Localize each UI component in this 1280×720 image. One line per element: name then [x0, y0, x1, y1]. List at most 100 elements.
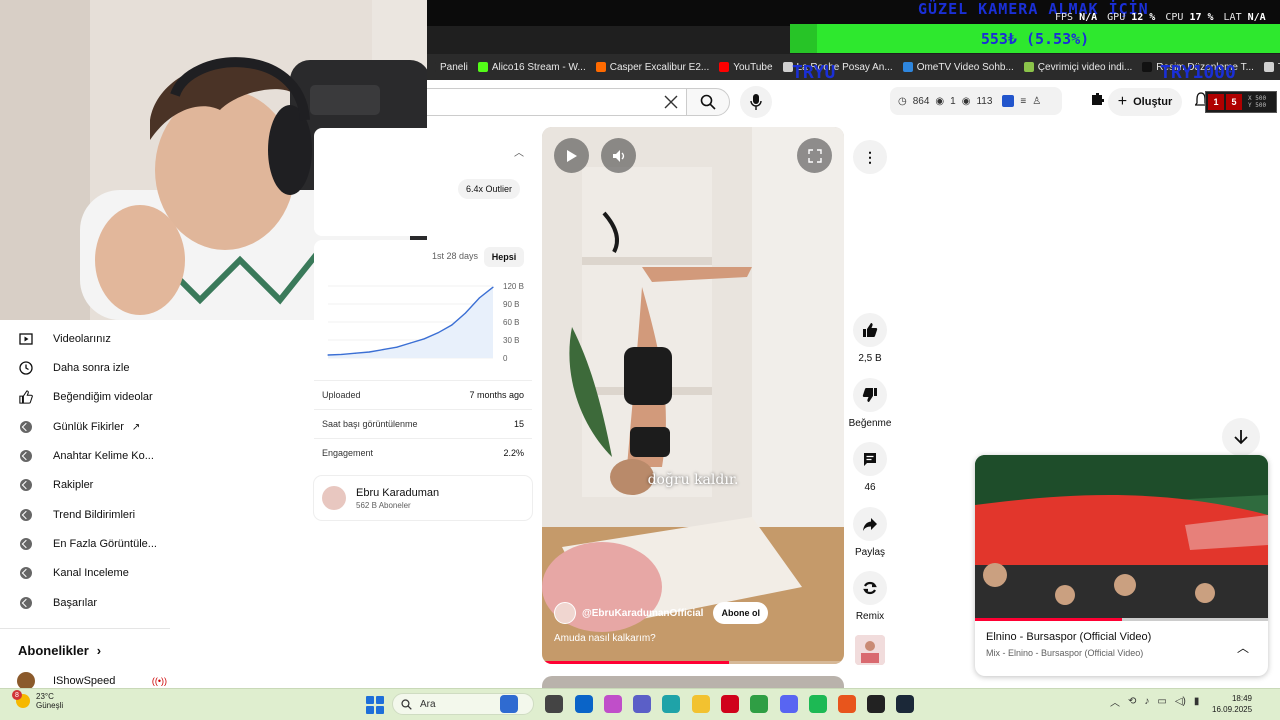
- bookmark-item[interactable]: Alico16 Stream - W...: [477, 62, 586, 73]
- stat-value: 15: [513, 419, 524, 429]
- stat-label: Engagement: [322, 448, 374, 458]
- sidebar-item[interactable]: Daha sonra izle: [0, 354, 170, 382]
- list-icon[interactable]: ≡: [1020, 96, 1026, 107]
- shorts-player[interactable]: doğru kaldır. @EbruKaradumanOfficial Abo…: [542, 127, 844, 664]
- battery-icon[interactable]: ▮: [1194, 696, 1200, 707]
- remix-button[interactable]: [853, 571, 887, 605]
- like-button[interactable]: [853, 313, 887, 347]
- chart-point: [423, 338, 425, 340]
- opera-icon[interactable]: [721, 695, 739, 713]
- dislike-button[interactable]: [853, 378, 887, 412]
- chart-point: [341, 353, 343, 355]
- more-options-button[interactable]: ⋮: [853, 140, 887, 174]
- chevron-up-icon[interactable]: ︿: [1110, 694, 1120, 709]
- fullscreen-button[interactable]: [797, 138, 832, 173]
- mini-player[interactable]: Elnino - Bursaspor (Official Video) Mix …: [975, 455, 1268, 676]
- copilot-icon[interactable]: [604, 695, 622, 713]
- sidebar-item[interactable]: Anahtar Kelime Ko...: [0, 442, 170, 470]
- comments-action[interactable]: 46: [840, 442, 900, 493]
- channel-card[interactable]: Ebru Karaduman 562 B Aboneler: [314, 476, 532, 520]
- extension-stats-pill[interactable]: ◷ 864 ◉ 1 ◉ 113 ≡ ♙: [890, 87, 1062, 115]
- short-channel-row: @EbruKaradumanOfficial Abone ol: [554, 602, 768, 624]
- sidebar-item-label: Trend Bildirimleri: [53, 509, 136, 521]
- audio-source-thumbnail[interactable]: [855, 635, 885, 665]
- like-action[interactable]: 2,5 B: [840, 313, 900, 364]
- mini-progress-bar[interactable]: [975, 618, 1268, 621]
- bookmark-label: YouTube: [733, 61, 773, 73]
- task-view-icon[interactable]: [545, 695, 563, 713]
- edge-icon[interactable]: [662, 695, 680, 713]
- search-button[interactable]: [686, 88, 730, 116]
- spotify-icon[interactable]: [809, 695, 827, 713]
- sidebar-item[interactable]: Günlük Fikirler ↗: [0, 413, 170, 441]
- brave-icon[interactable]: [838, 695, 856, 713]
- mini-player-video[interactable]: [975, 455, 1268, 620]
- clear-search-button[interactable]: [660, 92, 682, 112]
- taskbar-clock[interactable]: 18:49 16.09.2025: [1212, 693, 1252, 715]
- share-button[interactable]: [853, 507, 887, 541]
- widgets-app-icon[interactable]: [500, 695, 518, 713]
- bookmark-item[interactable]: YouTube: [719, 61, 773, 73]
- sidebar-item[interactable]: Rakipler: [0, 471, 170, 499]
- sidebar-item[interactable]: Trend Bildirimleri: [0, 501, 170, 529]
- bookmark-item[interactable]: Casper Excalibur E2...: [595, 62, 709, 73]
- steam-icon[interactable]: [896, 695, 914, 713]
- subscribe-button[interactable]: Abone ol: [713, 602, 768, 624]
- comment-icon: [864, 453, 876, 466]
- network-icon[interactable]: ▭: [1157, 696, 1166, 707]
- chrome-icon[interactable]: [750, 695, 768, 713]
- chevron-right-icon: ›: [96, 643, 102, 658]
- weather-widget[interactable]: 8 23°C Güneşli: [12, 690, 63, 710]
- volume-button[interactable]: [601, 138, 636, 173]
- tab-all[interactable]: Hepsi: [484, 247, 524, 267]
- sidebar-item[interactable]: Videolarınız: [0, 325, 170, 353]
- chevron-up-icon[interactable]: ︿: [514, 144, 524, 159]
- trophy-icon[interactable]: ♙: [1032, 96, 1041, 107]
- like-count: 2,5 B: [858, 353, 882, 364]
- voice-search-button[interactable]: [740, 86, 772, 118]
- extension-puzzle-icon[interactable]: [1089, 92, 1105, 108]
- bookmark-item[interactable]: Çevrimiçi video indi...: [1023, 62, 1132, 73]
- scroll-down-button[interactable]: [1222, 418, 1260, 456]
- bookmark-item[interactable]: Paneli: [426, 62, 468, 73]
- chart-point: [354, 352, 357, 354]
- discord-icon[interactable]: [780, 695, 798, 713]
- sidebar-item[interactable]: Kanal Inceleme: [0, 559, 170, 587]
- comments-button[interactable]: [853, 442, 887, 476]
- search-input[interactable]: [426, 88, 689, 116]
- short-progress-bar[interactable]: [542, 661, 844, 664]
- next-short-preview[interactable]: [542, 676, 844, 688]
- mini-player-title[interactable]: Elnino - Bursaspor (Official Video): [986, 631, 1151, 643]
- mini-progress-fill: [975, 618, 1122, 621]
- channel-handle[interactable]: @EbruKaradumanOfficial: [582, 608, 703, 619]
- channel-avatar[interactable]: [554, 602, 576, 624]
- teams-icon[interactable]: [633, 695, 651, 713]
- create-button[interactable]: + Oluştur: [1108, 88, 1182, 116]
- chevron-up-icon[interactable]: ︿: [1237, 639, 1249, 656]
- outlook-icon[interactable]: [575, 695, 593, 713]
- sidebar-item[interactable]: Başarılar: [0, 589, 170, 617]
- share-action[interactable]: Paylaş: [840, 507, 900, 558]
- bookmark-favicon-icon: [1263, 62, 1274, 72]
- remix-action[interactable]: Remix: [840, 571, 900, 622]
- sidebar-item[interactable]: En Fazla Görüntüle...: [0, 530, 170, 558]
- bookmark-item[interactable]: OmeTV Video Sohb...: [902, 61, 1014, 73]
- dislike-action[interactable]: Beğenme: [840, 378, 900, 429]
- tab-first-28-days[interactable]: 1st 28 days: [432, 251, 478, 261]
- file-explorer-icon[interactable]: [692, 695, 710, 713]
- extension-logo-icon[interactable]: [1002, 95, 1015, 107]
- windows-start-icon[interactable]: [366, 696, 384, 714]
- speaker-icon[interactable]: ◁): [1175, 696, 1186, 707]
- obs-icon[interactable]: [867, 695, 885, 713]
- play-button[interactable]: [554, 138, 589, 173]
- sync-icon[interactable]: ⟲: [1128, 696, 1136, 707]
- short-title[interactable]: Amuda nasıl kalkarım?: [554, 633, 656, 644]
- subscriptions-heading[interactable]: Abonelikler ›: [18, 643, 101, 658]
- sidebar-divider: [0, 628, 170, 629]
- microphone-icon[interactable]: ♪: [1144, 696, 1149, 707]
- stat-value: 7 months ago: [469, 390, 524, 400]
- row-divider: [314, 409, 532, 410]
- bookmark-item[interactable]: Tüm Yer İşaretleri: [1263, 62, 1280, 73]
- sidebar-item[interactable]: Beğendiğim videolar: [0, 383, 170, 411]
- bookmark-label: OmeTV Video Sohb...: [916, 61, 1014, 73]
